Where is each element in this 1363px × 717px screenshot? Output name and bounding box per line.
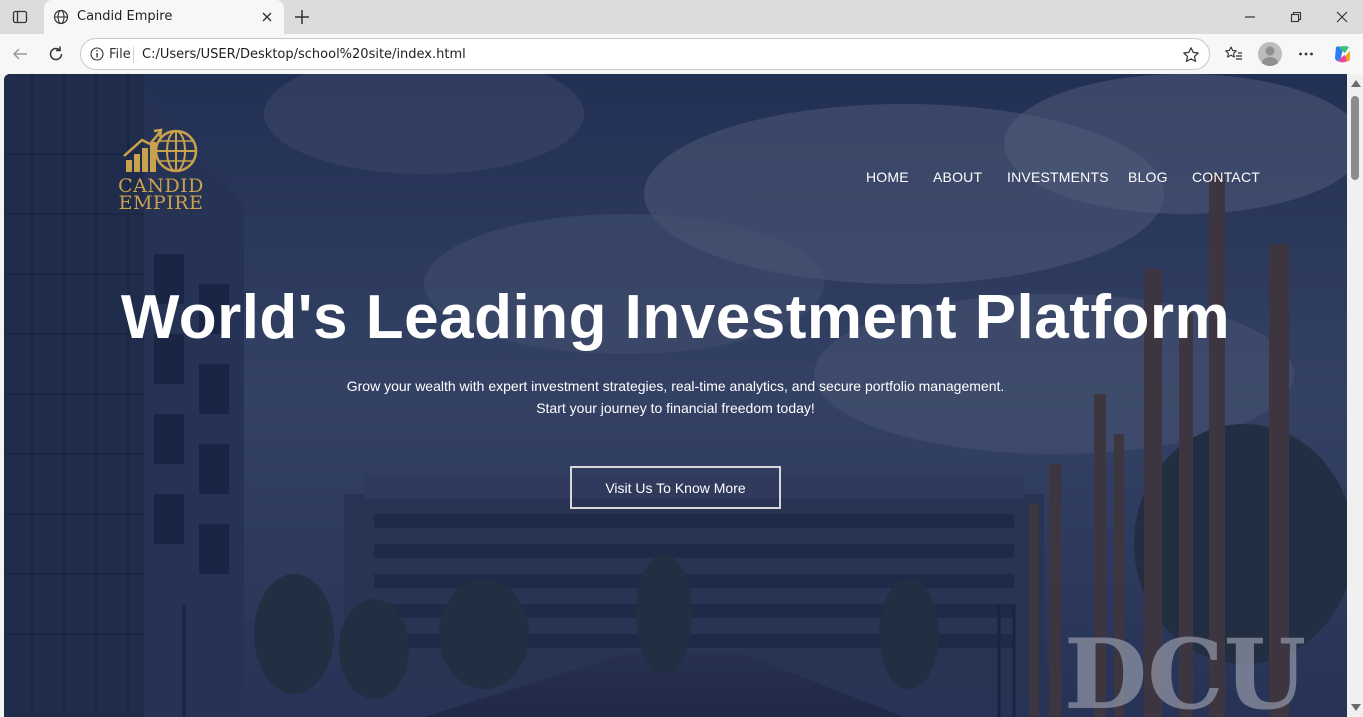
nav-investments[interactable]: INVESTMENTS xyxy=(1007,169,1109,185)
address-divider xyxy=(133,47,134,63)
refresh-icon[interactable] xyxy=(44,42,68,66)
hero-subtitle: Grow your wealth with expert investment … xyxy=(4,375,1347,419)
nav-about[interactable]: ABOUT xyxy=(933,169,982,185)
visit-us-button[interactable]: Visit Us To Know More xyxy=(570,466,781,509)
minimize-icon[interactable] xyxy=(1238,5,1262,29)
nav-blog[interactable]: BLOG xyxy=(1128,169,1168,185)
scroll-down-arrow-icon[interactable] xyxy=(1351,704,1361,711)
close-tab-icon[interactable] xyxy=(258,8,276,26)
address-scheme: File xyxy=(109,47,131,62)
new-tab-icon[interactable] xyxy=(290,5,314,29)
tab-title: Candid Empire xyxy=(77,9,173,24)
page-scrollbar[interactable] xyxy=(1347,74,1363,717)
scrollbar-thumb[interactable] xyxy=(1351,96,1359,180)
main-nav: HOME ABOUT INVESTMENTS BLOG CONTACT xyxy=(4,169,1347,189)
nav-contact[interactable]: CONTACT xyxy=(1192,169,1260,185)
browser-tab-bar: Candid Empire xyxy=(0,0,1363,34)
nav-home[interactable]: HOME xyxy=(866,169,909,185)
site-info-icon[interactable] xyxy=(89,46,105,62)
page-viewport: DCU CANDID EMPIRE HOME ABOUT INVESTMENTS… xyxy=(4,74,1347,717)
copilot-icon[interactable] xyxy=(1331,42,1355,66)
globe-icon xyxy=(52,8,70,26)
more-menu-icon[interactable] xyxy=(1294,42,1318,66)
restore-icon[interactable] xyxy=(1284,5,1308,29)
address-bar[interactable]: File C:/Users/USER/Desktop/school%20site… xyxy=(80,38,1210,70)
favorites-icon[interactable] xyxy=(1222,42,1246,66)
hero-title: World's Leading Investment Platform xyxy=(120,283,1231,352)
dcu-sign-image: DCU xyxy=(1064,626,1304,717)
scroll-up-arrow-icon[interactable] xyxy=(1351,80,1361,87)
hero-subtitle-line-2: Start your journey to financial freedom … xyxy=(536,400,815,416)
tab-actions-icon[interactable] xyxy=(8,5,32,29)
back-icon[interactable] xyxy=(8,42,32,66)
active-tab[interactable]: Candid Empire xyxy=(44,0,284,34)
profile-avatar[interactable] xyxy=(1258,42,1282,66)
logo-line-2: EMPIRE xyxy=(118,192,204,214)
favorite-star-icon[interactable] xyxy=(1181,45,1201,65)
close-window-icon[interactable] xyxy=(1330,5,1354,29)
hero-subtitle-line-1: Grow your wealth with expert investment … xyxy=(346,378,1005,394)
dcu-sign-text: DCU xyxy=(1064,626,1304,717)
address-url[interactable]: C:/Users/USER/Desktop/school%20site/inde… xyxy=(142,47,466,62)
browser-toolbar: File C:/Users/USER/Desktop/school%20site… xyxy=(0,34,1363,74)
